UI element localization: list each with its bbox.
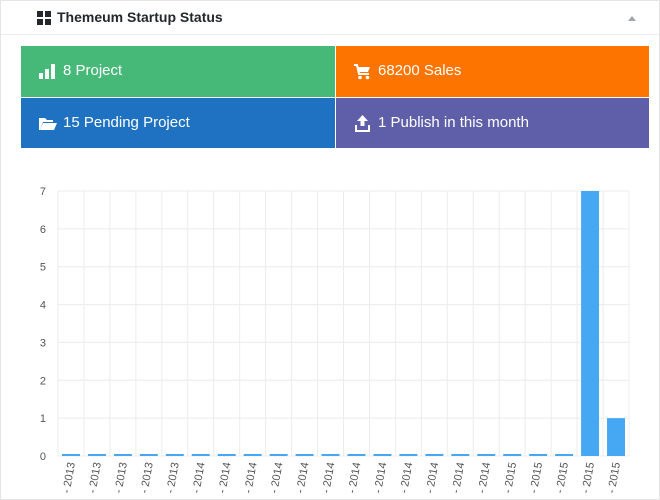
bar-chart-icon bbox=[39, 64, 55, 79]
chart-bar bbox=[347, 454, 366, 456]
x-tick-label: - 2014 bbox=[294, 461, 311, 494]
pending-stat-label: 15 Pending Project bbox=[63, 114, 190, 131]
y-tick-label: 6 bbox=[40, 224, 46, 236]
chart-bar bbox=[529, 454, 548, 456]
x-tick-label: - 2013 bbox=[165, 461, 182, 494]
chart-bar bbox=[503, 454, 522, 456]
projects-stat-label: 8 Project bbox=[63, 62, 123, 79]
stats-grid: 8 Project 68200 Sales 15 Pending Project bbox=[21, 46, 649, 148]
x-tick-label: - 2015 bbox=[528, 461, 545, 494]
y-tick-label: 2 bbox=[40, 375, 46, 387]
x-tick-label: - 2014 bbox=[268, 461, 285, 494]
chart-bar bbox=[191, 454, 210, 456]
x-tick-label: - 2014 bbox=[346, 461, 363, 494]
cart-icon bbox=[354, 64, 370, 80]
sales-bar-chart: 0 1 2 3 4 5 6 7 - 2013 - 2013 - 2013 - 2013 - 2013 - … bbox=[40, 186, 630, 494]
chart-bar bbox=[477, 454, 496, 456]
y-tick-label: 7 bbox=[40, 186, 46, 198]
widget-header: Themeum Startup Status bbox=[1, 1, 659, 35]
x-tick-label: - 2014 bbox=[424, 461, 441, 494]
x-tick-label: - 2014 bbox=[216, 461, 233, 494]
chart-bar bbox=[217, 454, 236, 456]
chart-bar bbox=[451, 454, 470, 456]
x-tick-label: - 2013 bbox=[113, 461, 130, 494]
publish-stat[interactable]: 1 Publish in this month bbox=[335, 97, 649, 148]
widget-title: Themeum Startup Status bbox=[57, 9, 223, 25]
y-tick-label: 5 bbox=[40, 262, 46, 274]
chart-bar bbox=[373, 454, 392, 456]
pending-stat[interactable]: 15 Pending Project bbox=[21, 97, 335, 148]
chart-bar bbox=[295, 454, 314, 456]
chart-bar bbox=[87, 454, 106, 456]
chart-bar bbox=[321, 454, 340, 456]
y-tick-label: 1 bbox=[40, 413, 46, 425]
x-tick-label: - 2013 bbox=[61, 461, 78, 494]
chart-bar bbox=[139, 454, 158, 456]
dashboard-grid-icon bbox=[37, 11, 51, 25]
x-tick-label: - 2014 bbox=[242, 461, 259, 494]
chart-bar bbox=[555, 454, 574, 456]
chart-bar bbox=[62, 454, 80, 456]
x-tick-label: - 2015 bbox=[580, 461, 597, 494]
sales-stat[interactable]: 68200 Sales bbox=[335, 46, 649, 97]
x-tick-label: - 2014 bbox=[320, 461, 337, 494]
x-tick-label: - 2014 bbox=[476, 461, 493, 494]
chart-bar bbox=[165, 454, 184, 456]
x-tick-label: - 2015 bbox=[502, 461, 519, 494]
x-tick-label: - 2014 bbox=[372, 461, 389, 494]
chart-bar bbox=[399, 454, 418, 456]
y-tick-label: 4 bbox=[40, 300, 46, 312]
chart-bar bbox=[269, 454, 288, 456]
x-tick-label: - 2014 bbox=[190, 461, 207, 494]
y-tick-label: 3 bbox=[40, 337, 46, 349]
chart-bar bbox=[243, 454, 262, 456]
chart-bar bbox=[581, 191, 600, 456]
y-tick-label: 0 bbox=[40, 451, 46, 463]
x-tick-label: - 2014 bbox=[450, 461, 467, 494]
triangle-up-icon[interactable] bbox=[625, 13, 639, 23]
chart-bar bbox=[607, 418, 625, 456]
x-tick-label: - 2014 bbox=[398, 461, 415, 494]
x-tick-label: - 2013 bbox=[139, 461, 156, 494]
publish-stat-label: 1 Publish in this month bbox=[378, 114, 529, 131]
projects-stat[interactable]: 8 Project bbox=[21, 46, 335, 97]
status-widget: Themeum Startup Status 8 Project 68200 S… bbox=[0, 0, 660, 500]
chart-bar bbox=[425, 454, 444, 456]
upload-icon bbox=[355, 115, 370, 132]
x-tick-label: - 2013 bbox=[87, 461, 104, 494]
sales-stat-label: 68200 Sales bbox=[378, 62, 462, 79]
chart-bar bbox=[113, 454, 132, 456]
folder-open-icon bbox=[39, 118, 57, 130]
x-tick-label: - 2015 bbox=[554, 461, 571, 494]
x-tick-label: - 2015 bbox=[606, 461, 623, 494]
